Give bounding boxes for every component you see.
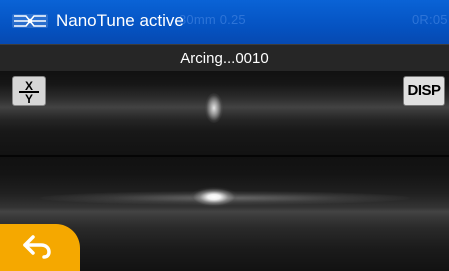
back-arrow-icon (23, 235, 51, 259)
x-view-panel (0, 71, 449, 157)
xy-button-y-label: Y (24, 92, 33, 106)
faded-info-text-right: 0R:05 (412, 12, 448, 27)
status-text: NanoTune active (56, 11, 184, 30)
arc-status-title: Arcing...0010 (180, 50, 269, 67)
back-button[interactable] (0, 224, 80, 271)
faded-info-text: 30mm 0.25 (179, 12, 246, 27)
arc-flash-x (205, 93, 223, 123)
display-button[interactable]: DISP (403, 76, 445, 106)
xy-view-toggle-button[interactable]: X Y (12, 76, 46, 106)
arc-flash-y (190, 187, 238, 207)
process-bar: Arcing...0010 (0, 44, 449, 71)
status-bar: 30mm 0.25 0R:05 NanoTune active (0, 0, 449, 44)
fiber-splice-icon (12, 14, 48, 28)
